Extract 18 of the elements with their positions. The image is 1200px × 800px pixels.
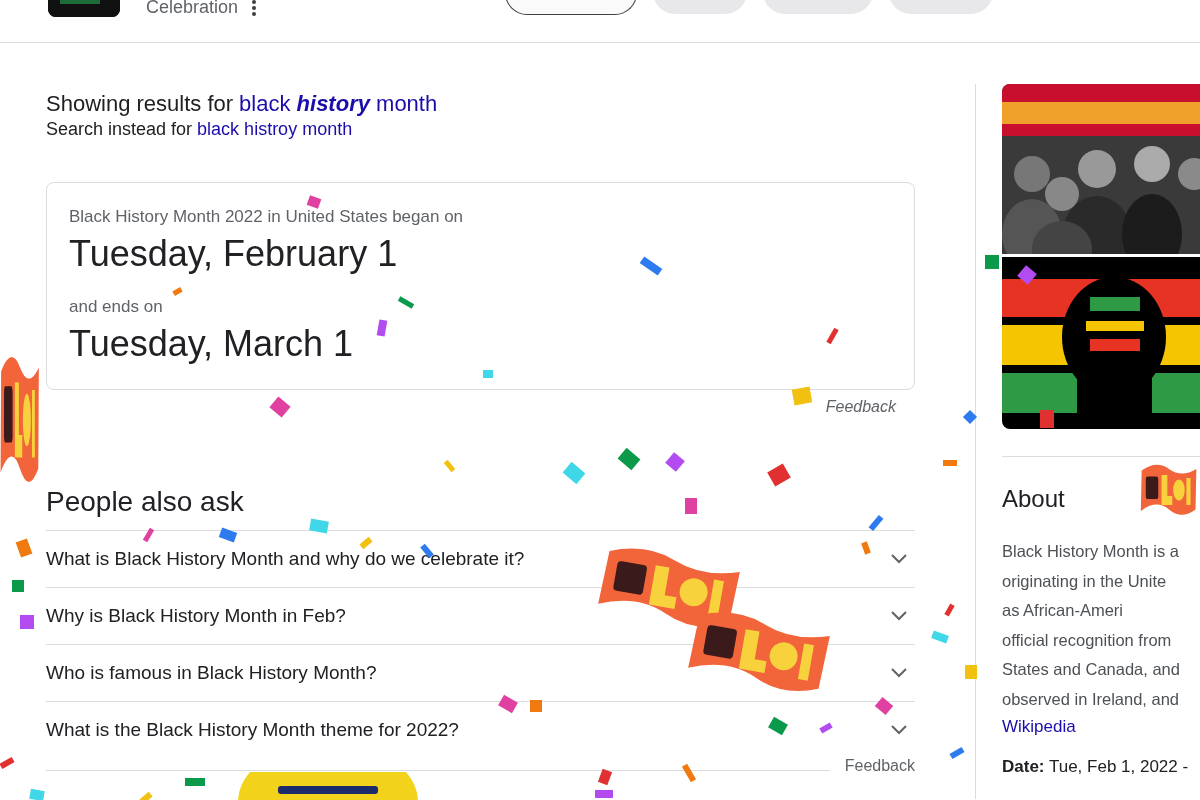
end-caption: and ends on [69, 297, 164, 317]
feedback-link[interactable]: Feedback [825, 398, 896, 416]
entity-title: Celebration [146, 0, 239, 16]
search-instead-label: Search instead for [46, 119, 193, 140]
start-caption: Black History Month 2022 in United States began on [69, 207, 465, 227]
section-heading: People also ask [46, 486, 245, 518]
corrected-query-link[interactable]: black history month [239, 91, 438, 117]
end-date: Tuesday, March 1 [69, 323, 355, 365]
original-query-link[interactable]: black histroy month [197, 119, 353, 140]
source-link[interactable]: Wikipedia [1002, 716, 1076, 737]
showing-label: Showing results for [46, 91, 234, 117]
logo-thumbnail[interactable] [48, 0, 120, 17]
date-fact: Date: Tue, Feb 1, 2022 - [1002, 756, 1190, 777]
about-paragraph: Black History Month is a originating in the Unite as African-Ameri official recognition from States and Canada, and observed in Ireland, and [1002, 541, 1181, 710]
start-date: Tuesday, February 1 [69, 233, 399, 275]
feedback-link[interactable]: Feedback [844, 757, 915, 775]
more-icon[interactable] [252, 0, 257, 16]
about-heading: About [1002, 485, 1066, 513]
